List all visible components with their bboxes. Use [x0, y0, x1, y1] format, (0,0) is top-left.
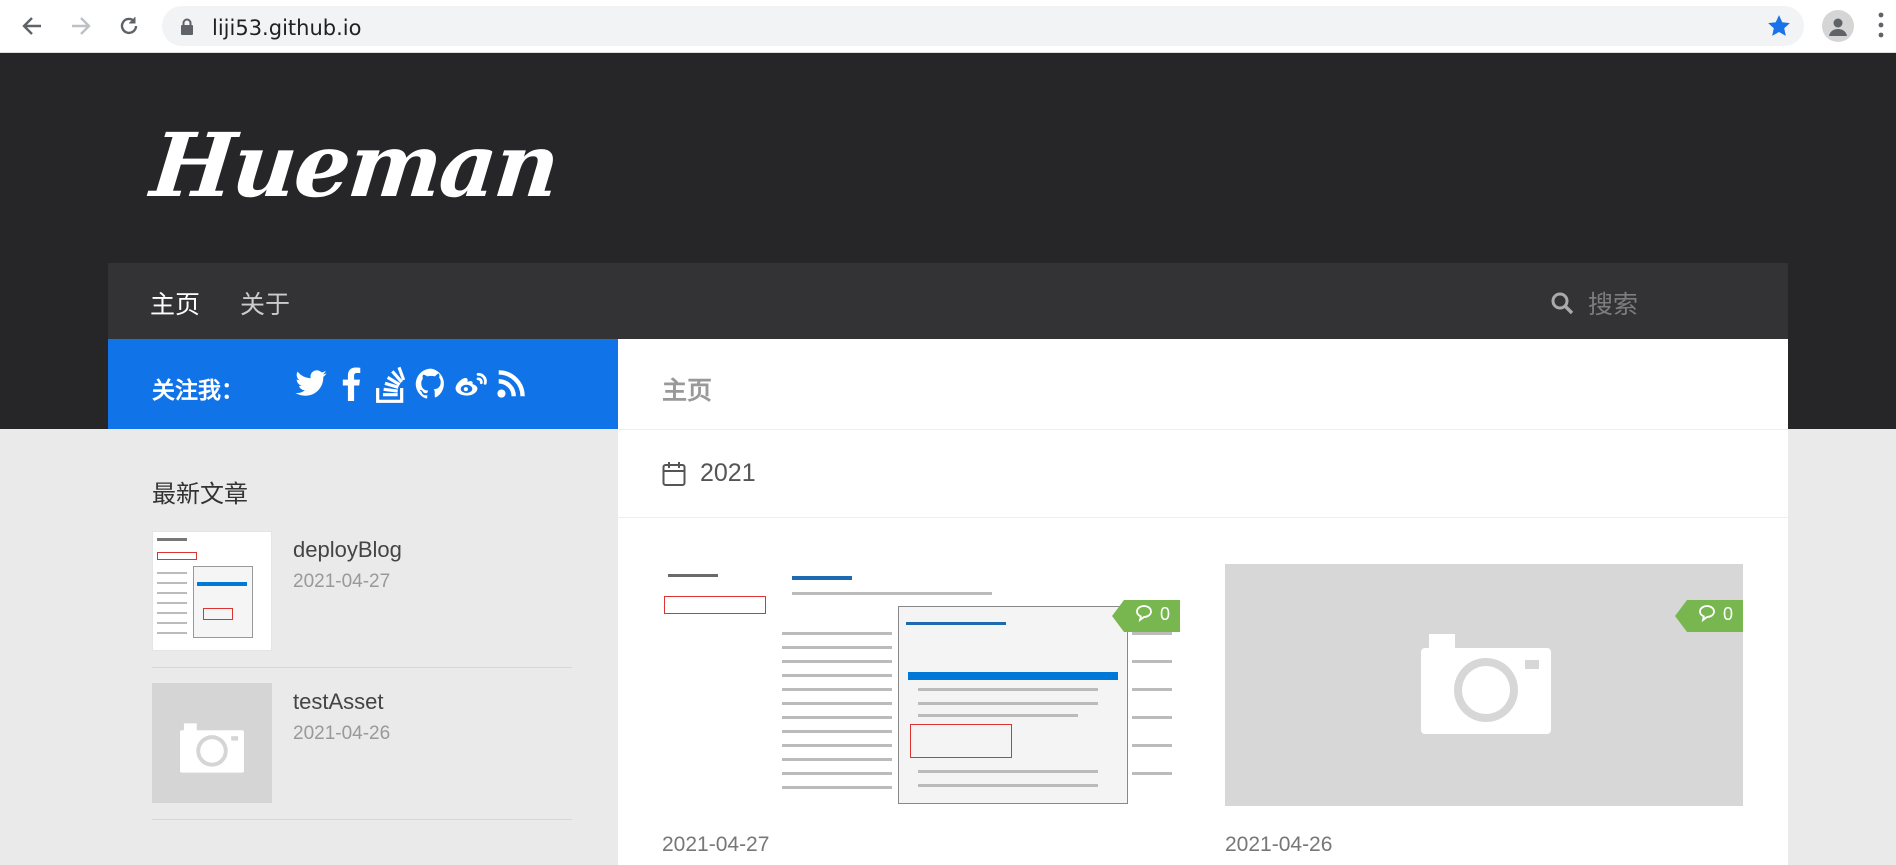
- divider: [618, 517, 1788, 518]
- comments-icon: [1136, 605, 1152, 622]
- divider: [618, 429, 1788, 430]
- sidebar-post-title[interactable]: testAsset: [293, 689, 383, 715]
- forward-button[interactable]: [65, 10, 97, 42]
- comment-count: 0: [1722, 604, 1733, 624]
- nav-item-home[interactable]: 主页: [150, 285, 200, 321]
- post-card-date: 2021-04-26: [1225, 833, 1333, 856]
- sidebar-post-date: 2021-04-26: [293, 723, 391, 744]
- weibo-icon[interactable]: [452, 365, 490, 403]
- lock-icon: [181, 18, 193, 35]
- arrow-left-icon: [22, 17, 41, 35]
- calendar-icon: [662, 461, 686, 486]
- comment-count-badge[interactable]: 0: [1111, 600, 1180, 632]
- main-content: 主页 2021 0 2021-04-27 0 2021-04-26: [618, 339, 1788, 865]
- post-card-thumbnail[interactable]: 0: [1225, 564, 1743, 806]
- rss-icon[interactable]: [492, 365, 530, 403]
- sidebar-post-date: 2021-04-27: [293, 571, 391, 592]
- back-button[interactable]: [16, 10, 48, 42]
- github-icon[interactable]: [412, 365, 450, 403]
- post-card-thumbnail[interactable]: 0: [662, 564, 1180, 806]
- site-logo[interactable]: Hueman: [147, 113, 563, 217]
- comments-icon: [1699, 605, 1715, 622]
- follow-bar: 关注我：: [108, 339, 618, 429]
- reload-icon: [120, 17, 138, 35]
- profile-avatar[interactable]: [1822, 10, 1854, 42]
- person-icon: [1829, 18, 1847, 36]
- nav-item-about[interactable]: 关于: [240, 285, 290, 321]
- archive-heading: 2021: [662, 459, 756, 488]
- reload-button[interactable]: [113, 10, 145, 42]
- post-card-date: 2021-04-27: [662, 833, 770, 856]
- sidebar-post-title[interactable]: deployBlog: [293, 537, 402, 563]
- comment-count-badge[interactable]: 0: [1674, 600, 1743, 632]
- arrow-right-icon: [72, 17, 91, 35]
- post-thumbnail[interactable]: [152, 683, 272, 803]
- post-thumbnail-image: [662, 564, 1180, 806]
- page-title: 主页: [662, 377, 713, 405]
- facebook-icon[interactable]: [332, 365, 370, 403]
- stackoverflow-icon[interactable]: [372, 365, 410, 403]
- browser-menu-button[interactable]: [1878, 12, 1884, 43]
- search-box[interactable]: 搜索: [1550, 285, 1638, 321]
- search-input[interactable]: 搜索: [1588, 285, 1638, 321]
- follow-label: 关注我：: [152, 377, 244, 403]
- camera-placeholder-icon: [180, 723, 244, 773]
- main-nav: 主页 关于 搜索: [108, 263, 1788, 339]
- comment-count: 0: [1159, 604, 1170, 624]
- search-icon: [1551, 292, 1574, 315]
- sidebar-heading: 最新文章: [152, 481, 248, 508]
- url-text: liji53.github.io: [212, 16, 362, 40]
- divider: [152, 819, 572, 820]
- browser-toolbar: liji53.github.io: [0, 0, 1896, 53]
- more-vert-icon: [1878, 12, 1884, 38]
- address-bar[interactable]: liji53.github.io: [162, 6, 1804, 46]
- camera-placeholder-icon: [1421, 634, 1551, 734]
- divider: [152, 667, 572, 668]
- bookmark-star-icon[interactable]: [1766, 13, 1792, 39]
- twitter-icon[interactable]: [292, 365, 330, 403]
- archive-year: 2021: [700, 459, 756, 487]
- post-thumbnail[interactable]: [152, 531, 272, 651]
